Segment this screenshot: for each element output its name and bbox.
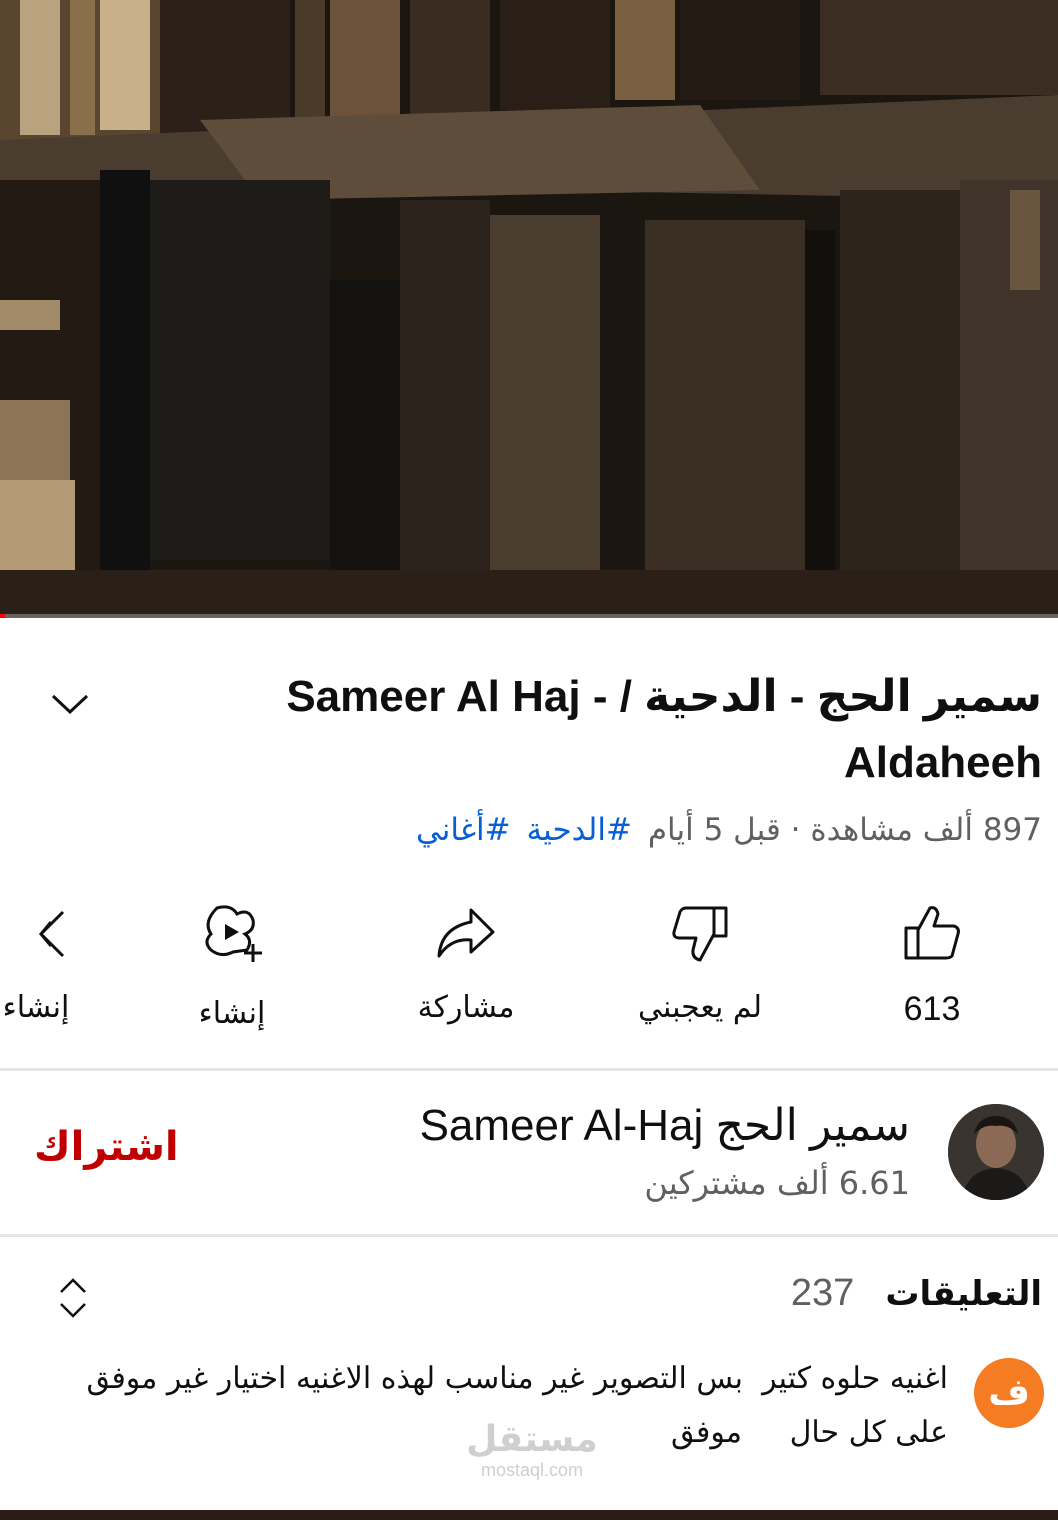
hashtag-link[interactable]: #أغاني bbox=[416, 812, 511, 848]
video-meta: 897 ألف مشاهدة · قبل 5 أيام #الدحية #أغا… bbox=[416, 812, 1042, 848]
share-icon bbox=[437, 908, 495, 958]
chevron-down-icon[interactable] bbox=[50, 690, 90, 720]
divider bbox=[0, 1234, 1058, 1237]
video-player[interactable] bbox=[0, 0, 1058, 618]
commenter-avatar[interactable]: ف bbox=[974, 1358, 1044, 1428]
video-title[interactable]: سمير الحج - الدحية / - Sameer Al Haj Ald… bbox=[282, 664, 1042, 796]
remix-label: إنشاء bbox=[2, 990, 70, 1025]
video-progress-fill bbox=[0, 614, 6, 618]
watermark-arabic: مستقل bbox=[466, 1419, 598, 1460]
video-title-line1: سمير الحج - الدحية / - Sameer Al Haj bbox=[286, 672, 1042, 721]
comment-line: اغنيه حلوه كتير بس التصوير غير مناسب لهذ… bbox=[86, 1361, 948, 1396]
share-button[interactable]: مشاركة bbox=[366, 900, 566, 1025]
thumbs-down-icon bbox=[672, 906, 728, 962]
video-progress-bar[interactable] bbox=[0, 614, 1058, 618]
next-video-strip bbox=[0, 1510, 1058, 1520]
upload-age: قبل 5 أيام bbox=[647, 812, 781, 848]
action-bar: 613 لم يعجبني مشاركة إنشاء إنشاء bbox=[0, 900, 1058, 1040]
channel-name[interactable]: سمير الحج Sameer Al-Haj bbox=[420, 1100, 910, 1151]
hashtag-link[interactable]: #الدحية bbox=[527, 812, 632, 848]
view-count: 897 ألف مشاهدة bbox=[810, 812, 1042, 848]
create-button[interactable]: إنشاء bbox=[132, 900, 332, 1031]
video-frame-image bbox=[0, 0, 1058, 618]
watermark: مستقل mostaql.com bbox=[462, 1419, 602, 1481]
subscribe-button[interactable]: اشتراك bbox=[34, 1124, 179, 1170]
scissors-icon bbox=[38, 910, 65, 958]
divider bbox=[0, 1068, 1058, 1071]
create-label: إنشاء bbox=[198, 996, 266, 1031]
like-button[interactable]: 613 bbox=[832, 900, 1032, 1029]
like-count: 613 bbox=[903, 990, 961, 1028]
remix-button[interactable]: إنشاء bbox=[0, 900, 136, 1025]
subscriber-count: 6.61 ألف مشتركين bbox=[644, 1164, 910, 1202]
comments-header[interactable]: التعليقات 237 bbox=[791, 1272, 1042, 1315]
thumbs-up-icon bbox=[904, 906, 960, 960]
dislike-button[interactable]: لم يعجبني bbox=[600, 900, 800, 1025]
channel-avatar[interactable] bbox=[948, 1104, 1044, 1200]
video-title-line2: Aldaheeh bbox=[843, 738, 1042, 787]
dislike-label: لم يعجبني bbox=[638, 990, 762, 1025]
meta-separator: · bbox=[790, 812, 801, 848]
comments-title: التعليقات bbox=[885, 1274, 1042, 1314]
comments-count: 237 bbox=[790, 1272, 855, 1314]
expand-collapse-icon[interactable] bbox=[56, 1276, 90, 1320]
watermark-latin: mostaql.com bbox=[480, 1460, 584, 1480]
create-remix-icon bbox=[205, 905, 262, 962]
share-label: مشاركة bbox=[417, 990, 515, 1025]
